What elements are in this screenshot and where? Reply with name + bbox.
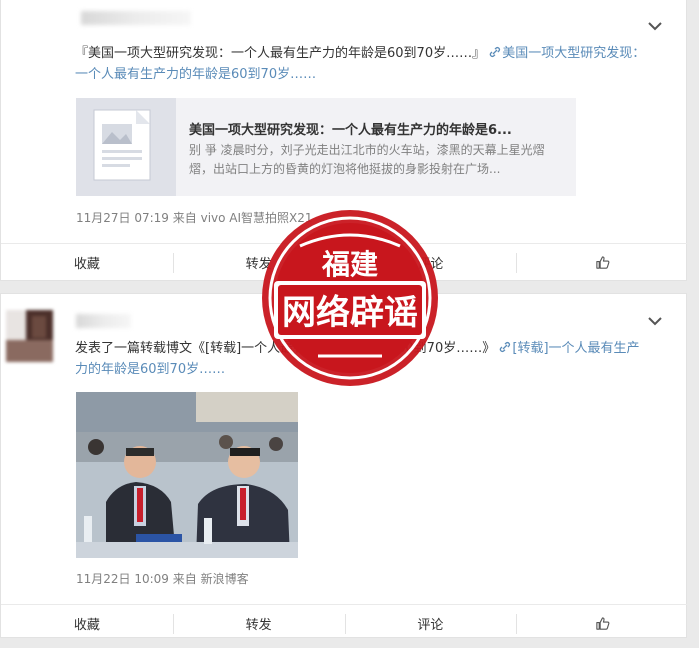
favorite-button[interactable]: 收藏: [1, 605, 173, 641]
like-button[interactable]: [516, 605, 688, 641]
conference-photo: [76, 392, 298, 558]
share-card-title: 美国一项大型研究发现：一个人最有生产力的年龄是6...: [189, 123, 512, 138]
stamp-main-text: 网络辟谣: [282, 293, 418, 333]
thumbs-up-icon: [595, 255, 610, 269]
avatar[interactable]: [6, 310, 53, 362]
favorite-label: 收藏: [73, 256, 100, 272]
blurred-username: [81, 11, 191, 25]
thumbs-up-icon: [595, 616, 610, 630]
share-card[interactable]: 美国一项大型研究发现：一个人最有生产力的年龄是6... 别 爭 凌晨时分，刘子光…: [76, 98, 576, 196]
link-icon: [500, 341, 511, 353]
favorite-button[interactable]: 收藏: [1, 244, 173, 280]
post-text: 『美国一项大型研究发现：一个人最有生产力的年龄是60到70岁……』 美国一项大型…: [75, 43, 646, 85]
blurred-username: [76, 314, 131, 328]
article-thumbnail: [76, 98, 176, 196]
post-time[interactable]: 11月22日 10:09: [76, 572, 169, 586]
stamp-seal-icon: 福建 网络辟谣: [262, 210, 438, 386]
repost-label: 转发: [245, 617, 272, 633]
post-time[interactable]: 11月27日 07:19: [76, 211, 169, 225]
stamp-top-text: 福建: [321, 248, 378, 281]
comment-label: 评论: [417, 617, 444, 633]
post-text-content: 『美国一项大型研究发现：一个人最有生产力的年龄是60到70岁……』: [75, 46, 486, 61]
like-button[interactable]: [516, 244, 688, 280]
comment-button[interactable]: 评论: [344, 605, 517, 641]
action-bar: 收藏 转发 评论: [1, 604, 688, 641]
document-icon: [93, 109, 151, 181]
source-prefix: 来自: [172, 211, 197, 225]
source-prefix: 来自: [172, 572, 197, 586]
share-card-description: 别 爭 凌晨时分，刘子光走出江北市的火车站，漆黑的天幕上星光熠熠，出站口上方的昏…: [189, 143, 545, 176]
chevron-down-icon[interactable]: [648, 316, 664, 332]
post-meta: 11月22日 10:09 来自 新浪博客: [76, 570, 249, 587]
post-source[interactable]: 新浪博客: [201, 572, 249, 586]
link-icon: [490, 46, 501, 58]
chevron-down-icon[interactable]: [648, 21, 664, 37]
favorite-label: 收藏: [73, 617, 100, 633]
repost-button[interactable]: 转发: [172, 605, 345, 641]
rumor-debunk-stamp: 福建 网络辟谣: [258, 206, 442, 390]
post-photo[interactable]: [76, 392, 298, 558]
